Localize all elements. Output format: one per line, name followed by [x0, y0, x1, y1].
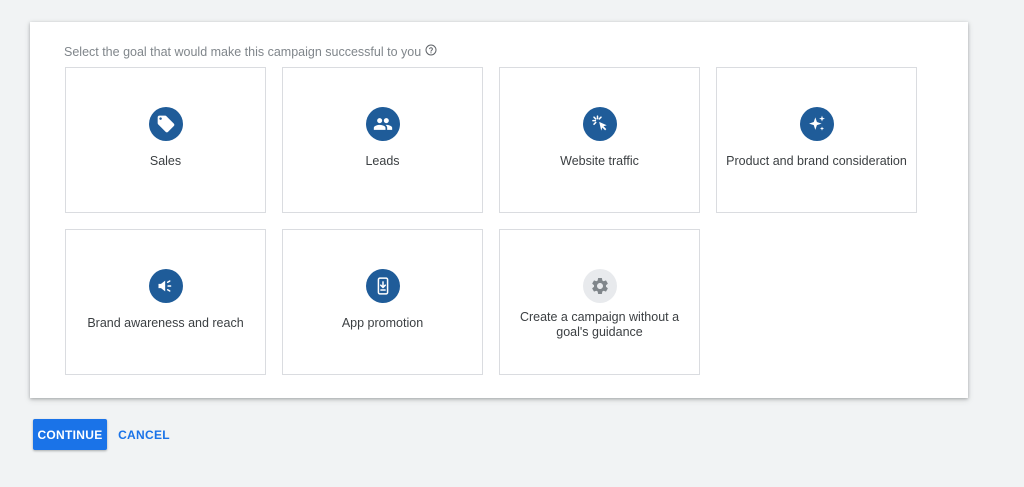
goal-card-label: Leads — [365, 154, 400, 168]
megaphone-icon — [148, 269, 183, 303]
gear-icon — [582, 269, 617, 303]
continue-button[interactable]: CONTINUE — [33, 419, 107, 450]
people-icon — [365, 107, 400, 141]
goal-card-label: Brand awareness and reach — [87, 316, 244, 330]
goal-card-app-promotion[interactable]: App promotion — [282, 229, 483, 375]
cursor-click-icon — [582, 107, 617, 141]
goal-card-product-brand-consideration[interactable]: Product and brand consideration — [716, 67, 917, 213]
sparkle-icon — [799, 107, 834, 141]
goal-card-label: Website traffic — [560, 154, 639, 168]
goal-card-sales[interactable]: Sales — [65, 67, 266, 213]
goal-card-label: App promotion — [341, 316, 424, 330]
goal-card-no-guidance[interactable]: Create a campaign without a goal's guida… — [499, 229, 700, 375]
goal-card-label: Create a campaign without a goal's guida… — [519, 310, 680, 339]
goal-prompt-text: Select the goal that would make this cam… — [64, 45, 422, 59]
tag-icon — [148, 107, 183, 141]
phone-download-icon — [365, 269, 400, 303]
goal-card-leads[interactable]: Leads — [282, 67, 483, 213]
goal-selection-panel: Select the goal that would make this cam… — [30, 22, 968, 398]
help-circle-icon[interactable] — [425, 44, 437, 56]
goal-card-website-traffic[interactable]: Website traffic — [499, 67, 700, 213]
goal-card-brand-awareness[interactable]: Brand awareness and reach — [65, 229, 266, 375]
goal-card-label: Sales — [149, 154, 182, 168]
cancel-button[interactable]: CANCEL — [114, 419, 174, 450]
goal-prompt: Select the goal that would make this cam… — [64, 44, 437, 59]
goal-card-label: Product and brand consideration — [726, 154, 907, 168]
